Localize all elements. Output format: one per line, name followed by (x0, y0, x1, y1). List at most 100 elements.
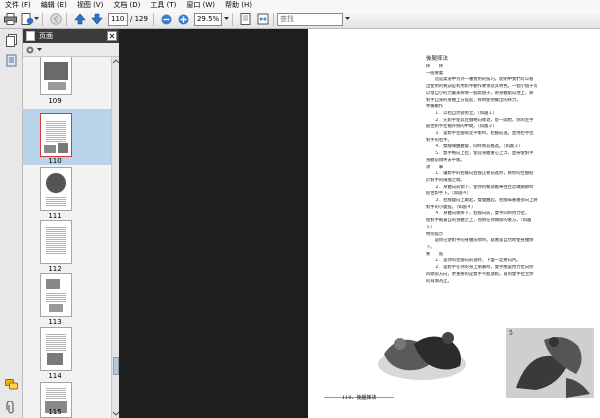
pages-panel-header: 页面 (23, 29, 119, 43)
document-stack-icon (6, 54, 16, 66)
zoom-in-button[interactable] (177, 12, 191, 26)
text-line: 下。 (426, 244, 435, 250)
menu-document[interactable]: 文档 (D) (108, 0, 145, 10)
back-button[interactable] (49, 12, 63, 26)
chevron-down-icon[interactable] (344, 17, 350, 21)
judo-photo: 5 (506, 328, 594, 398)
pages-panel-button[interactable] (4, 33, 18, 47)
text-line: 的耳側為止。 (426, 278, 452, 284)
thumbnail-page-115[interactable]: 115 (23, 382, 111, 418)
text-line: 以借自小的力量來摔倒一個高個子，將身體貼向地上，將 (426, 90, 534, 96)
chevron-down-icon[interactable] (34, 17, 39, 21)
text-line: ２．身體向前傾下，使你的臀部推舉住左足踝關節時 (426, 184, 534, 190)
previous-page-button[interactable] (73, 12, 87, 26)
toolbar-divider (272, 12, 274, 26)
thumbnail-page-112[interactable]: 112 (23, 220, 111, 273)
thumbnail-page-109[interactable]: 109 (23, 57, 111, 109)
toolbar-divider (152, 12, 154, 26)
menu-edit[interactable]: 编辑 (E) (36, 0, 72, 10)
text-line: 提住對手下。（如圖４） (426, 191, 472, 197)
page-number-label: 109 (48, 97, 62, 105)
zoom-in-icon (178, 14, 189, 24)
comments-icon (4, 378, 18, 389)
text-line: ２．先對手使其左腳略向後退，從一開始，你的左手 (426, 117, 534, 123)
toolbar: 110 / 129 29.5% 查找 (0, 10, 600, 29)
paperclip-icon (6, 400, 14, 414)
text-line: 於對手的兩腳之間。 (426, 177, 465, 183)
text-line: ４．雙腳微曲體會，同時將其推進。（如圖３） (426, 144, 523, 150)
toolbar-divider (231, 12, 233, 26)
chevron-down-icon[interactable] (223, 17, 229, 21)
page-number-input[interactable]: 110 (108, 12, 128, 26)
text-line: 使對手被逼自的身體之上，而倒在你頭部的後方。（如圖 (426, 218, 532, 224)
fit-page-button[interactable] (239, 12, 253, 26)
page-number-label: 113 (48, 318, 62, 326)
page-thumbnail-image (40, 273, 72, 317)
document-export-icon (21, 13, 33, 25)
page-number-label: 115 (48, 408, 62, 416)
text-line: 當你已使對手的身體前傾時，就應當自然地使身體倒 (426, 238, 534, 244)
attachments-button[interactable] (4, 400, 18, 414)
arrow-up-icon (74, 13, 86, 25)
page-number-label: 114 (48, 372, 62, 380)
menu-help[interactable]: 帮助 (H) (220, 0, 257, 10)
page-thumbnail-image (40, 327, 72, 371)
text-line: 對手的右手。 (426, 137, 452, 143)
text-line: 特別提示 (426, 231, 444, 237)
text-line: ５） (426, 224, 435, 230)
menu-bar: 文件 (F) 编辑 (E) 视图 (V) 文档 (D) 工具 (T) 窗口 (W… (0, 0, 600, 10)
text-line: ４．身體向後摔下，右腳向前，雙手同時用力拉， (426, 211, 530, 217)
zoom-out-icon (161, 14, 172, 24)
back-arrow-icon (50, 13, 62, 25)
menu-window[interactable]: 窗口 (W) (181, 0, 220, 10)
next-page-button[interactable] (90, 12, 104, 26)
text-line: 要 點 (426, 251, 444, 257)
thumbnail-page-114[interactable]: 114 (23, 327, 111, 380)
page-number-label: 110 (48, 157, 62, 165)
text-line: 握住對手左袖外側的中間。（如圖２） (426, 124, 497, 130)
attachments-panel-button[interactable] (4, 53, 18, 67)
pages-panel-title: 页面 (39, 32, 53, 40)
text-line: 對手自身的身體上方提起，摔倒使他擲出的摔力。 (426, 97, 521, 103)
search-input[interactable]: 查找 (276, 12, 343, 26)
thumbnail-page-110[interactable]: 110 (23, 109, 111, 165)
fit-width-button[interactable] (256, 12, 270, 26)
thumbnail-page-113[interactable]: 113 (23, 273, 111, 326)
total-pages-label: / 129 (130, 15, 148, 23)
text-line: ２．當對手在你的身上剛著時，雙手應當用力拉向你 (426, 265, 534, 271)
page-text-block: 後腿摔法 摔 摔一般要義 這是柔道中另外一種實用的技巧。從剛中我們可以看 出使用的… (426, 55, 590, 285)
page-number-label: 111 (48, 212, 62, 220)
zoom-level-input[interactable]: 29.5% (193, 12, 222, 26)
page-thumbnails: 109 110 111 112 113 114 115 (23, 57, 111, 418)
pages-panel: 页面 109 110 111 112 113 114 115 (23, 29, 120, 418)
judo-illustration (378, 332, 466, 380)
page-thumbnail-image (40, 113, 72, 157)
fit-page-icon (240, 13, 251, 25)
text-line: 的頭部方向，更重要的是雙手不能放鬆，直到雙手拉至你 (426, 271, 534, 277)
export-button[interactable] (20, 12, 34, 26)
page-title: 後腿摔法 (426, 56, 449, 62)
close-icon (109, 33, 115, 39)
comments-panel-button[interactable] (4, 377, 18, 391)
text-line: 對手的小腿提。（如圖４） (426, 204, 476, 210)
text-line: ５．雙手略向上拉，使其身體重心上浮，並帶使對手 (426, 151, 534, 157)
text-line: 這是柔道中另外一種實用的技巧。從剛中我們可以看 (426, 77, 534, 83)
pages-icon (26, 31, 35, 41)
options-icon (26, 46, 34, 53)
text-line: １．讓對手的右腳向右腳正要前進時，將你的左腳貼 (426, 171, 534, 177)
thumbnail-page-111[interactable]: 111 (23, 167, 111, 220)
print-button[interactable] (3, 12, 17, 26)
document-background (119, 29, 308, 418)
document-page[interactable]: 後腿摔法 摔 摔一般要義 這是柔道中另外一種實用的技巧。從剛中我們可以看 出使用的… (308, 29, 600, 418)
panel-options-button[interactable] (26, 45, 42, 55)
figure-label: 5 (509, 330, 513, 337)
page-footer: 110．後腿摔法 (342, 395, 377, 401)
text-line: １．以右自然姿勢立。（如圖１） (426, 110, 497, 116)
menu-file[interactable]: 文件 (F) (0, 0, 36, 10)
menu-view[interactable]: 视图 (V) (72, 0, 108, 10)
zoom-out-button[interactable] (160, 12, 174, 26)
close-panel-button[interactable] (107, 31, 117, 41)
text-line: ３．右腳盤向上踢起，雙腿曲起，右腳靠著腰部向上將 (426, 198, 538, 204)
text-line: 攻 擊 (426, 164, 444, 170)
menu-tools[interactable]: 工具 (T) (145, 0, 181, 10)
